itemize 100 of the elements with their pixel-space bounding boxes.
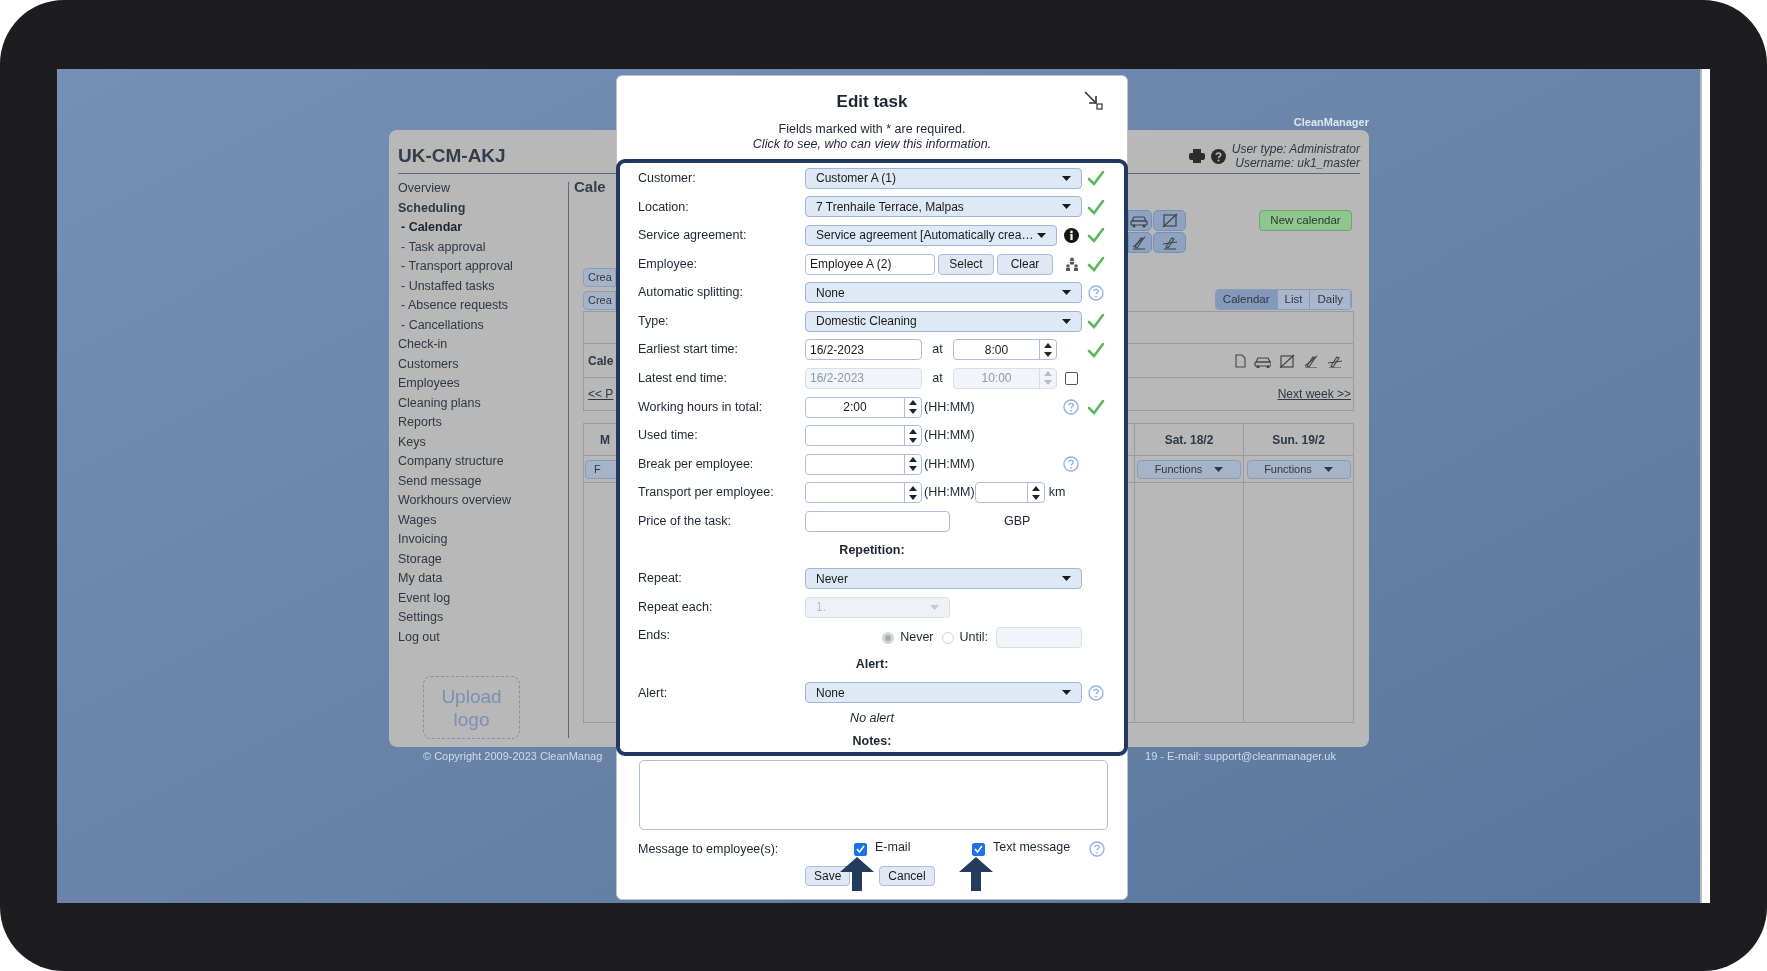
caret-icon xyxy=(1323,466,1333,472)
caret-icon xyxy=(1062,204,1071,210)
slashed-square-icon[interactable] xyxy=(1277,353,1295,368)
dialog-button[interactable]: Save xyxy=(805,866,851,887)
unit-label: km xyxy=(1048,484,1066,502)
calendar-label: Cale xyxy=(588,352,614,370)
icon-button[interactable] xyxy=(1128,232,1152,253)
brand-name: CleanManager xyxy=(1293,114,1369,130)
people-icon[interactable] xyxy=(1065,257,1079,272)
previous-week-link[interactable]: << P xyxy=(588,385,614,403)
sidebar-item[interactable]: Storage xyxy=(398,549,568,569)
dropdown[interactable]: None xyxy=(805,682,1082,704)
next-week-link[interactable]: Next week >> xyxy=(1277,385,1351,403)
input-field[interactable]: Employee A (2) xyxy=(805,253,935,275)
dropdown[interactable]: Never xyxy=(805,568,1082,590)
form-button[interactable]: Select xyxy=(938,253,994,275)
icon-button[interactable] xyxy=(1153,210,1186,231)
dropdown[interactable]: Service agreement [Automatically crea… xyxy=(805,225,1057,246)
help-icon[interactable] xyxy=(1210,148,1226,164)
view-tab[interactable]: List xyxy=(1277,290,1311,309)
icon-button[interactable] xyxy=(1128,210,1152,231)
view-tab[interactable]: Daily xyxy=(1310,290,1351,309)
caret-icon xyxy=(1062,690,1071,696)
copyright-text: © Copyright 2009-2023 CleanManag xyxy=(423,748,603,764)
sidebar-item[interactable]: My data xyxy=(398,569,568,589)
dropdown[interactable]: Domestic Cleaning xyxy=(805,310,1082,332)
field-label: Automatic splitting: xyxy=(638,284,744,302)
sidebar-item[interactable]: Reports xyxy=(398,413,568,433)
sidebar-item[interactable]: Log out xyxy=(398,627,568,647)
collapse-icon[interactable] xyxy=(1083,90,1103,110)
visibility-link[interactable]: Click to see, who can view this information. xyxy=(752,136,992,152)
sidebar-item[interactable]: Customers xyxy=(398,354,568,374)
functions-button[interactable]: F xyxy=(585,459,617,479)
sidebar-item[interactable]: Event log xyxy=(398,588,568,608)
sidebar-item[interactable]: - Calendar xyxy=(398,218,568,238)
alert-summary-text: No alert xyxy=(850,710,894,728)
create-button[interactable]: Crea xyxy=(583,268,616,287)
sidebar-item[interactable]: Wages xyxy=(398,510,568,530)
unit-label: (HH:MM) xyxy=(924,455,975,473)
spinner-arrows-icon[interactable] xyxy=(909,485,917,500)
sidebar-item[interactable]: Scheduling xyxy=(398,198,568,218)
sidebar-item[interactable]: Employees xyxy=(398,374,568,394)
info-icon[interactable] xyxy=(1064,228,1079,243)
caret-icon xyxy=(1062,290,1071,296)
unit-label: (HH:MM) xyxy=(924,484,975,502)
form-button[interactable]: Clear xyxy=(997,253,1053,275)
input-field[interactable]: 16/2-2023 xyxy=(805,339,922,361)
number-field[interactable] xyxy=(805,482,922,504)
new-calendar-button[interactable]: New calendar xyxy=(1259,210,1352,231)
create-button[interactable]: Crea xyxy=(583,291,616,310)
caret-icon xyxy=(1062,576,1071,582)
at-label: at xyxy=(931,370,944,388)
icon-button[interactable] xyxy=(1153,232,1186,253)
sidebar-item[interactable]: - Cancellations xyxy=(398,315,568,335)
scrollbar[interactable] xyxy=(1700,69,1710,903)
document-icon[interactable] xyxy=(1233,353,1247,368)
sidebar-item[interactable]: Company structure xyxy=(398,452,568,472)
sidebar-item[interactable]: Overview xyxy=(398,179,568,199)
sidebar-item[interactable]: - Unstaffed tasks xyxy=(398,276,568,296)
sidebar-item[interactable]: Workhours overview xyxy=(398,491,568,511)
dialog-button[interactable]: Cancel xyxy=(879,866,935,887)
checkbox-label: E-mail xyxy=(874,839,912,857)
day-header: Sat. 18/2 xyxy=(1164,431,1214,449)
sidebar-item[interactable]: - Transport approval xyxy=(398,257,568,277)
view-tab[interactable]: Calendar xyxy=(1215,290,1278,309)
input-field[interactable] xyxy=(805,510,950,532)
sidebar-item[interactable]: Keys xyxy=(398,432,568,452)
functions-button[interactable]: Functions xyxy=(1137,459,1241,479)
spinner-arrows-icon[interactable] xyxy=(1031,485,1040,500)
spinner-arrows-icon[interactable] xyxy=(909,400,917,415)
input-field[interactable] xyxy=(996,627,1082,649)
sidebar-item[interactable]: Invoicing xyxy=(398,530,568,550)
field-label: Latest end time: xyxy=(638,370,728,388)
sidebar-item[interactable]: Check-in xyxy=(398,335,568,355)
page-heading: Cale xyxy=(574,177,606,197)
number-field[interactable] xyxy=(974,482,1045,504)
field-label: Customer: xyxy=(638,169,697,187)
spinner-arrows-icon[interactable] xyxy=(909,428,917,443)
sidebar-item[interactable]: Settings xyxy=(398,608,568,628)
functions-button[interactable]: Functions xyxy=(1246,459,1351,479)
number-field[interactable] xyxy=(805,425,922,447)
spinner-arrows-icon[interactable] xyxy=(909,457,917,472)
number-field[interactable]: 2:00 xyxy=(805,396,922,418)
sidebar-item[interactable]: - Absence requests xyxy=(398,296,568,316)
sidebar-item[interactable]: Send message xyxy=(398,471,568,491)
sidebar-item[interactable]: - Task approval xyxy=(398,237,568,257)
at-label: at xyxy=(931,341,944,359)
dropdown[interactable]: 7 Trenhaile Terrace, Malpas xyxy=(805,196,1082,218)
radio-label: Until: xyxy=(959,629,988,647)
number-field[interactable] xyxy=(805,453,922,475)
sidebar-item[interactable]: Cleaning plans xyxy=(398,393,568,413)
dropdown[interactable]: None xyxy=(805,282,1082,304)
caret-icon xyxy=(1062,175,1071,181)
checkbox[interactable] xyxy=(972,842,985,856)
dropdown[interactable]: Customer A (1) xyxy=(805,167,1082,189)
caret-icon xyxy=(930,604,939,610)
spinner-arrows-icon[interactable] xyxy=(1044,342,1052,357)
checkbox[interactable] xyxy=(854,842,867,856)
number-field[interactable]: 8:00 xyxy=(953,339,1057,361)
day-header: Sun. 19/2 xyxy=(1272,431,1325,449)
